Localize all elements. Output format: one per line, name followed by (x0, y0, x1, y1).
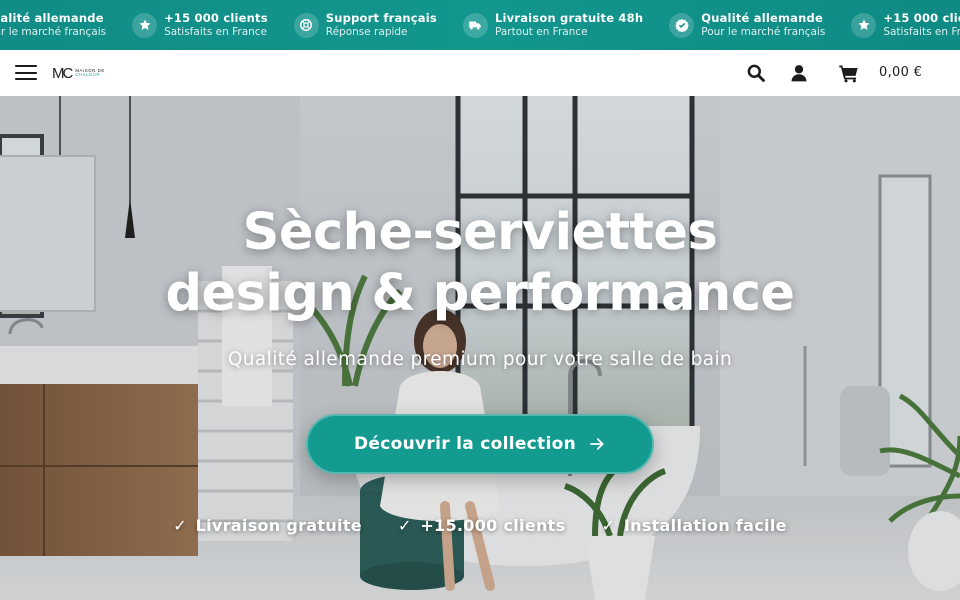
trust-subtitle: Satisfaits en France (164, 26, 268, 39)
hero-title-line: Sèche-serviettes (242, 203, 718, 262)
truck-icon (462, 12, 488, 38)
check-icon: ✓ (173, 516, 187, 535)
star-icon (132, 12, 158, 38)
trust-subtitle: Réponse rapide (325, 26, 408, 39)
trust-item: +15 000 clients Satisfaits en France (132, 10, 268, 39)
arrow-right-icon (588, 435, 606, 453)
trust-subtitle: Partout en France (494, 26, 588, 39)
trust-title: Support français (325, 10, 437, 25)
star-icon (851, 12, 877, 38)
hero-subtitle: Qualité allemande premium pour votre sal… (227, 349, 733, 370)
trust-item: Qualité allemande Pour le marché françai… (0, 10, 107, 39)
check-badge-icon (669, 12, 695, 38)
trust-subtitle: Satisfaits en France (883, 26, 960, 39)
trust-title: +15 000 clients (883, 10, 960, 25)
benefit-label: +15.000 clients (420, 516, 566, 535)
logo[interactable]: MC MAISON DE CHALEUR (52, 64, 114, 82)
logo-mark: MC (52, 64, 73, 82)
benefit-item: ✓ Livraison gratuite (173, 516, 362, 535)
trust-title: Qualité allemande (0, 10, 104, 25)
benefit-item: ✓ +15.000 clients (398, 516, 566, 535)
trust-title: +15 000 clients (164, 10, 268, 25)
user-icon[interactable] (789, 63, 809, 83)
cta-label: Découvrir la collection (354, 434, 576, 454)
trust-item: +15 000 clients Satisfaits en France (851, 10, 960, 39)
check-icon: ✓ (397, 516, 412, 535)
benefit-label: Livraison gratuite (195, 516, 362, 535)
trust-subtitle: Pour le marché français (701, 26, 826, 39)
trust-title: Livraison gratuite 48h (494, 10, 644, 25)
cart-icon[interactable] (838, 63, 859, 83)
benefits-row: ✓ Livraison gratuite ✓ +15.000 clients ✓… (0, 516, 960, 535)
hero-title-line: design & performance (165, 264, 795, 323)
site-header: MC MAISON DE CHALEUR 0,00 € (0, 50, 960, 96)
trust-item: Support français Réponse rapide (293, 10, 437, 39)
check-icon: ✓ (601, 516, 615, 535)
trust-item: Qualité allemande Pour le marché françai… (669, 10, 826, 39)
menu-icon[interactable] (15, 64, 37, 82)
support-icon (293, 12, 319, 38)
search-icon[interactable] (746, 63, 766, 83)
benefit-label: Installation facile (623, 516, 787, 535)
cart-total[interactable]: 0,00 € (879, 65, 922, 80)
trust-subtitle: Pour le marché français (0, 26, 107, 39)
trust-marquee: Qualité allemande Pour le marché françai… (0, 0, 960, 50)
trust-bar: Qualité allemande Pour le marché françai… (0, 0, 960, 50)
trust-item: Livraison gratuite 48h Partout en France (462, 10, 644, 39)
hero-title: Sèche-serviettes design & performance (0, 202, 960, 324)
benefit-item: ✓ Installation facile (601, 516, 786, 535)
discover-collection-button[interactable]: Découvrir la collection (306, 414, 654, 474)
hero-banner: Sèche-serviettes design & performance Qu… (0, 96, 960, 600)
trust-title: Qualité allemande (701, 10, 823, 25)
logo-text: CHALEUR (75, 72, 101, 77)
